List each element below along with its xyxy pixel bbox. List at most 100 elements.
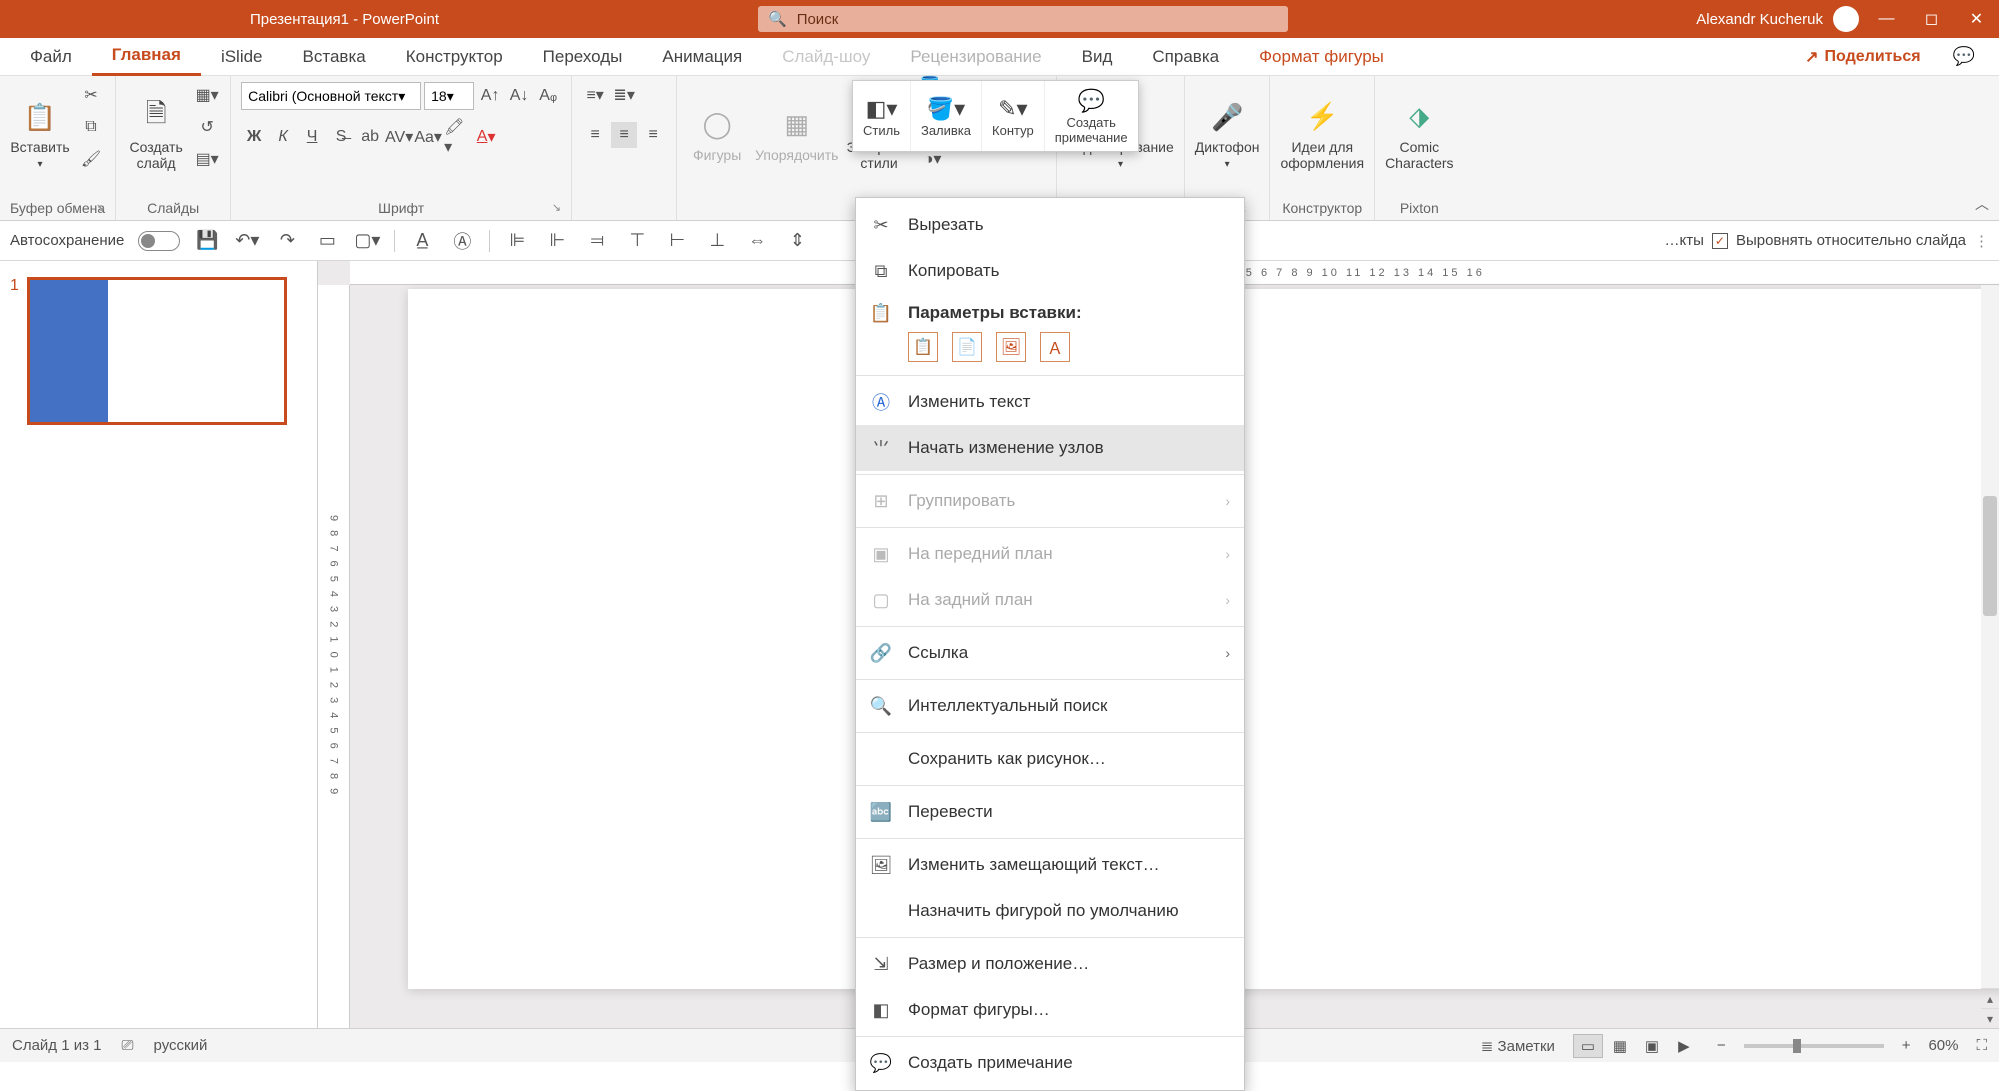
reading-view-button[interactable]: ▣ (1637, 1034, 1667, 1058)
align-right-button[interactable]: ≡ (640, 122, 666, 148)
cm-alt-text[interactable]: 🖼 Изменить замещающий текст… (856, 842, 1244, 888)
align-bottom-icon[interactable]: ⊥ (704, 228, 730, 254)
shadow-button[interactable]: ab (357, 124, 383, 150)
tab-view[interactable]: Вид (1062, 38, 1133, 76)
bullets-button[interactable]: ≡▾ (582, 82, 608, 108)
redo-button[interactable]: ↷ (274, 228, 300, 254)
tab-review[interactable]: Рецензирование (890, 38, 1061, 76)
arrange-button[interactable]: ▦ Упорядочить (755, 82, 838, 187)
font-color-button[interactable]: A▾ (473, 124, 499, 150)
tab-shape-format[interactable]: Формат фигуры (1239, 38, 1404, 76)
cut-button[interactable]: ✂ (78, 82, 104, 108)
share-button[interactable]: ↗ Поделиться (1787, 47, 1938, 67)
language-label[interactable]: русский (154, 1037, 208, 1054)
shapes-button[interactable]: ◯ Фигуры (687, 82, 747, 187)
cm-edit-points[interactable]: ⺌ Начать изменение узлов (856, 425, 1244, 471)
qat-shape-button[interactable]: ▭ (314, 228, 340, 254)
spellcheck-icon[interactable]: ⎚ (122, 1037, 134, 1054)
mini-new-comment-button[interactable]: 💬 Создать примечание (1045, 81, 1138, 151)
qat-rounded-button[interactable]: ▢▾ (354, 228, 380, 254)
align-middle-icon[interactable]: ⊢ (664, 228, 690, 254)
align-center-h-icon[interactable]: ⊩ (544, 228, 570, 254)
cm-size-position[interactable]: ⇲ Размер и положение… (856, 941, 1244, 987)
slideshow-view-button[interactable]: ▶ (1669, 1034, 1699, 1058)
decrease-font-button[interactable]: A↓ (506, 83, 532, 109)
close-button[interactable]: ✕ (1954, 0, 1999, 38)
cm-edit-text[interactable]: Ⓐ Изменить текст (856, 379, 1244, 425)
copy-button[interactable]: ⧉ (78, 114, 104, 140)
cm-format-shape[interactable]: ◧ Формат фигуры… (856, 987, 1244, 1033)
normal-view-button[interactable]: ▭ (1573, 1034, 1603, 1058)
cm-set-default-shape[interactable]: Назначить фигурой по умолчанию (856, 888, 1244, 934)
scroll-thumb[interactable] (1983, 496, 1997, 616)
section-button[interactable]: ▤▾ (194, 146, 220, 172)
tab-design[interactable]: Конструктор (386, 38, 523, 76)
design-ideas-button[interactable]: ⚡ Идеи для оформления (1280, 82, 1364, 187)
qat-textbox-button[interactable]: A̲ (409, 228, 435, 254)
tab-home[interactable]: Главная (92, 38, 201, 76)
slide-count-label[interactable]: Слайд 1 из 1 (12, 1037, 102, 1054)
tab-insert[interactable]: Вставка (283, 38, 386, 76)
clear-formatting-button[interactable]: Aᵩ (535, 83, 561, 109)
tab-slideshow[interactable]: Слайд-шоу (762, 38, 890, 76)
paste-picture[interactable]: 🖼 (996, 332, 1026, 362)
cm-translate[interactable]: 🔤 Перевести (856, 789, 1244, 835)
align-right-icon[interactable]: ⫤ (584, 228, 610, 254)
bold-button[interactable]: Ж (241, 124, 267, 150)
comments-button[interactable]: 💬 (1939, 46, 1989, 67)
cm-cut[interactable]: ✂ Вырезать (856, 202, 1244, 248)
mini-fill-button[interactable]: 🪣▾ Заливка (911, 81, 982, 151)
maximize-button[interactable]: ◻ (1909, 0, 1954, 38)
slide-sorter-view-button[interactable]: ▦ (1605, 1034, 1635, 1058)
tab-transitions[interactable]: Переходы (523, 38, 643, 76)
ribbon-display-options[interactable]: ▭ (1819, 0, 1864, 38)
change-case-button[interactable]: Aa▾ (415, 124, 441, 150)
align-relative-checkbox[interactable]: ✓ (1712, 233, 1728, 249)
mini-style-button[interactable]: ◧▾ Стиль (853, 81, 911, 151)
align-left-button[interactable]: ≡ (582, 122, 608, 148)
tab-islide[interactable]: iSlide (201, 38, 283, 76)
prev-slide-button[interactable]: ▴ (1981, 988, 1999, 1008)
cm-smart-lookup[interactable]: 🔍 Интеллектуальный поиск (856, 683, 1244, 729)
search-box[interactable]: 🔍 Поиск (758, 6, 1288, 32)
layout-button[interactable]: ▦▾ (194, 82, 220, 108)
highlight-button[interactable]: 🖍▾ (444, 124, 470, 150)
cm-new-comment[interactable]: 💬 Создать примечание (856, 1040, 1244, 1086)
new-slide-button[interactable]: 🗎 Создать слайд (126, 82, 186, 187)
font-size-combo[interactable]: 18 ▾ (424, 82, 474, 110)
numbering-button[interactable]: ≣▾ (611, 82, 637, 108)
qat-text-outline-button[interactable]: Ⓐ (449, 228, 475, 254)
tab-animations[interactable]: Анимация (642, 38, 762, 76)
tab-help[interactable]: Справка (1132, 38, 1239, 76)
italic-button[interactable]: К (270, 124, 296, 150)
reset-button[interactable]: ↺ (194, 114, 220, 140)
font-family-combo[interactable]: Calibri (Основной текст ▾ (241, 82, 421, 110)
dialog-launcher-icon[interactable]: ↘ (96, 201, 105, 214)
comic-characters-button[interactable]: ⬗ Comic Characters (1385, 82, 1453, 187)
mini-outline-button[interactable]: ✎▾ Контур (982, 81, 1045, 151)
cm-link[interactable]: 🔗 Ссылка › (856, 630, 1244, 676)
undo-button[interactable]: ↶▾ (234, 228, 260, 254)
increase-font-button[interactable]: A↑ (477, 83, 503, 109)
tab-file[interactable]: Файл (10, 38, 92, 76)
autosave-toggle[interactable] (138, 231, 180, 251)
zoom-level-label[interactable]: 60% (1928, 1037, 1958, 1054)
zoom-in-button[interactable]: + (1902, 1037, 1911, 1054)
paste-button[interactable]: 📋 Вставить ▾ (10, 82, 70, 187)
char-spacing-button[interactable]: AV▾ (386, 124, 412, 150)
align-center-button[interactable]: ≡ (611, 122, 637, 148)
cm-save-as-picture[interactable]: Сохранить как рисунок… (856, 736, 1244, 782)
distribute-v-icon[interactable]: ⇕ (784, 228, 810, 254)
strikethrough-button[interactable]: S̶ (328, 124, 354, 150)
qat-overflow-icon[interactable]: ⋮ (1974, 232, 1989, 250)
dictation-button[interactable]: 🎤 Диктофон ▾ (1195, 82, 1260, 187)
dialog-launcher-icon[interactable]: ↘ (552, 201, 561, 214)
paste-use-destination-theme[interactable]: 📋 (908, 332, 938, 362)
fit-to-window-button[interactable]: ⛶ (1976, 1037, 1987, 1054)
paste-text-only[interactable]: Ａ (1040, 332, 1070, 362)
paste-keep-source-formatting[interactable]: 📄 (952, 332, 982, 362)
underline-button[interactable]: Ч (299, 124, 325, 150)
minimize-button[interactable]: — (1864, 0, 1909, 38)
vertical-scrollbar[interactable] (1981, 285, 1999, 988)
cm-copy[interactable]: ⧉ Копировать (856, 248, 1244, 294)
